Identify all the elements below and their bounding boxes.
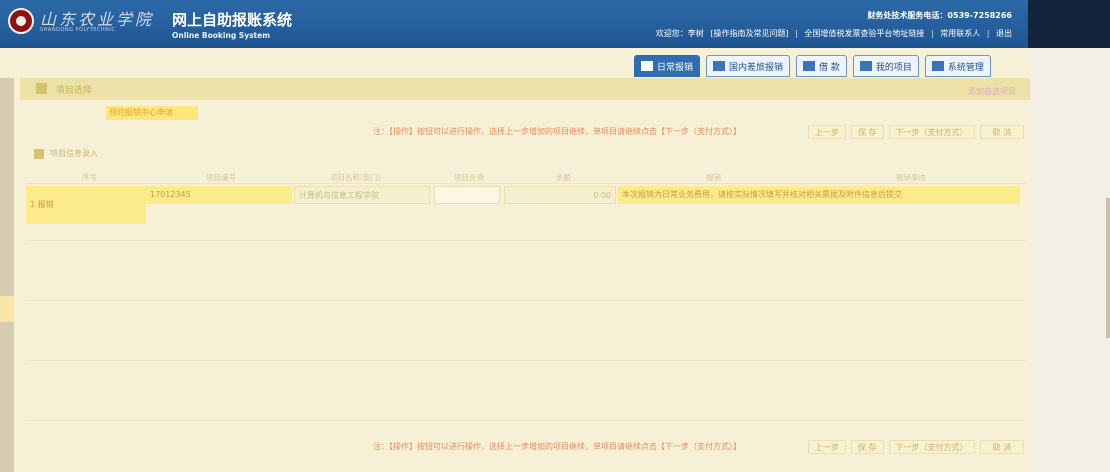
col-header: 报销	[706, 173, 721, 182]
left-rail	[0, 78, 14, 472]
system-subtitle: Online Booking System	[172, 31, 271, 40]
car-icon	[713, 61, 726, 71]
top-links: 欢迎您：李树 [操作指南及常见问题] | 全国增值税发票查验平台地址链接 | 常…	[654, 28, 1014, 39]
col-header: 余额	[556, 173, 571, 182]
ledger-icon	[803, 61, 816, 71]
notice-bottom: 注：【操作】按钮可以进行操作，选择上一步增加的项目继续，单项目请继续点击【下一步…	[373, 442, 741, 451]
checkbox-icon[interactable]	[34, 148, 44, 159]
app-header: 山东农业学院 SHANDONG POLYTECHNIC 网上自助报账系统 Onl…	[0, 0, 1028, 48]
prev-button[interactable]: 上一步	[808, 125, 846, 139]
save-button[interactable]: 保 存	[851, 125, 884, 139]
prev-button[interactable]: 上一步	[808, 440, 846, 454]
link-separator: |	[986, 29, 990, 38]
col-header: 项目负责	[454, 173, 484, 182]
tab-system-settings[interactable]: 系统管理	[924, 55, 991, 77]
school-seal-logo	[8, 8, 34, 34]
add-project-link[interactable]: 添加自选项目	[968, 86, 1016, 97]
next-button[interactable]: 下一步（支付方式）	[888, 440, 975, 454]
contacts-link[interactable]: 常用联系人	[940, 29, 980, 38]
right-rail	[1030, 48, 1110, 472]
tab-label: 系统管理	[947, 62, 984, 73]
reason-cell[interactable]: 本次报销为日常业务费用，请按实际情况填写并核对相关票据及附件信息后提交	[618, 186, 1020, 204]
school-name-logo: 山东农业学院	[40, 10, 155, 29]
pager-top: 上一步 保 存 下一步（支付方式） 取 消	[808, 125, 1025, 139]
grid-section-title: 项目信息录入	[50, 149, 98, 158]
link-separator: |	[795, 29, 798, 38]
project-select-bar: 项目选择 添加自选项目	[20, 78, 1030, 100]
tab-label: 国内差旅报销	[729, 62, 784, 73]
section-label: 项目选择	[56, 86, 93, 96]
grid-divider	[26, 420, 1026, 421]
folder-icon	[859, 61, 872, 71]
project-owner-cell[interactable]	[434, 186, 500, 204]
project-code-cell[interactable]: 17012345	[146, 186, 292, 204]
logout-link[interactable]: 退出	[996, 29, 1012, 38]
table-row: 1 报销 17012345 计算机与信息工程学院 0.00 本次报销为日常业务费…	[26, 186, 1026, 224]
document-icon	[641, 61, 653, 71]
grid-divider	[26, 360, 1026, 361]
header-side-panel	[1028, 0, 1110, 48]
cancel-button[interactable]: 取 消	[979, 440, 1025, 454]
balance-cell[interactable]: 0.00	[504, 186, 616, 204]
booking-center-tag[interactable]: 预约报销中心申请	[106, 106, 198, 120]
row-index-cell[interactable]: 1 报销	[26, 186, 146, 224]
tab-loan[interactable]: 借 款	[796, 55, 847, 77]
tab-daily-reimbursement[interactable]: 日常报销	[634, 55, 701, 77]
next-button[interactable]: 下一步（支付方式）	[888, 125, 975, 139]
help-guide-link[interactable]: [操作指南及常见问题]	[710, 29, 788, 38]
grid-section-head: 项目信息录入	[34, 148, 98, 159]
service-hotline: 财务处技术服务电话：0539-7258266	[867, 11, 1012, 20]
cancel-button[interactable]: 取 消	[979, 125, 1025, 139]
project-name-cell[interactable]: 计算机与信息工程学院	[294, 186, 430, 204]
tab-my-projects[interactable]: 我的项目	[852, 55, 919, 77]
grid-header: 序号 项目编号 项目名称(部门) 项目负责 余额 报销 报销事由	[26, 170, 1026, 184]
main-nav: 日常报销 国内差旅报销 借 款 我的项目 系统管理	[634, 55, 991, 77]
tab-label: 日常报销	[657, 62, 694, 73]
col-header: 序号	[82, 173, 97, 182]
pager-bottom: 上一步 保 存 下一步（支付方式） 取 消	[808, 440, 1025, 454]
tab-label: 我的项目	[875, 62, 912, 73]
grid-divider	[26, 240, 1026, 241]
col-header: 项目名称(部门)	[330, 173, 381, 182]
link-separator: |	[930, 29, 934, 38]
welcome-user: 欢迎您：李树	[655, 29, 704, 38]
col-header: 项目编号	[206, 173, 236, 182]
school-name-english: SHANDONG POLYTECHNIC	[40, 27, 116, 33]
checkbox-icon[interactable]	[36, 83, 47, 94]
col-header: 报销事由	[896, 173, 926, 182]
gear-icon	[931, 61, 944, 71]
notice-top: 注：【操作】按钮可以进行操作，选择上一步增加的项目继续，单项目请继续点击【下一步…	[373, 127, 741, 136]
system-title: 网上自助报账系统	[172, 11, 293, 29]
tab-label: 借 款	[819, 62, 840, 73]
save-button[interactable]: 保 存	[851, 440, 884, 454]
invoice-check-link[interactable]: 全国增值税发票查验平台地址链接	[804, 29, 924, 38]
grid-divider	[26, 300, 1026, 301]
tab-travel-reimbursement[interactable]: 国内差旅报销	[706, 55, 791, 77]
